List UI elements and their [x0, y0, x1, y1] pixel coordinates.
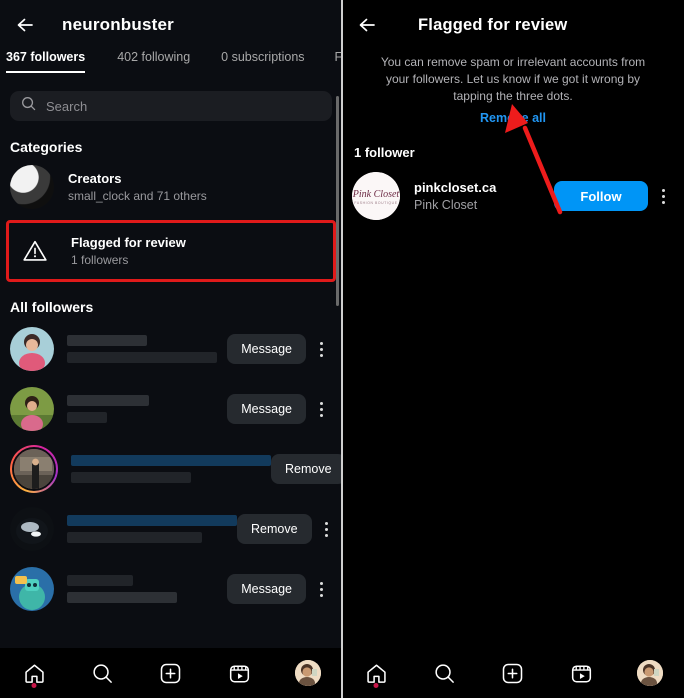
remove-button[interactable]: Remove [271, 454, 342, 484]
search-icon[interactable] [83, 656, 123, 690]
list-item[interactable]: Message [0, 379, 342, 439]
follower-count-label: 1 follower [354, 145, 415, 160]
home-icon[interactable] [356, 656, 396, 690]
redacted-name [67, 395, 227, 423]
flagged-text: Flagged for review 1 followers [71, 235, 186, 267]
category-subtitle: small_clock and 71 others [68, 189, 207, 203]
create-plus-icon[interactable] [493, 656, 533, 690]
page-title: Flagged for review [418, 15, 568, 34]
tab-following[interactable]: 402 following [117, 50, 190, 73]
avatar: Pink Closet FASHION BOUTIQUE [352, 172, 400, 220]
avatar [636, 660, 663, 686]
profile-avatar-icon[interactable] [630, 656, 670, 690]
create-plus-icon[interactable] [151, 656, 191, 690]
back-arrow-icon[interactable] [356, 12, 382, 38]
list-item[interactable]: Message [0, 559, 342, 619]
redact-bar [71, 455, 271, 466]
search-icon[interactable] [425, 656, 465, 690]
categories-heading: Categories [10, 139, 83, 155]
more-options-icon[interactable] [652, 188, 674, 204]
scrollbar-thumb[interactable] [336, 96, 339, 306]
redact-bar [67, 412, 107, 423]
follow-button[interactable]: Follow [554, 181, 648, 211]
home-badge-dot [31, 683, 37, 688]
description-text: You can remove spam or irrelevant accoun… [380, 55, 646, 103]
followers-list-panel: neuronbuster 367 followers 402 following… [0, 0, 342, 698]
profile-avatar-icon[interactable] [288, 656, 328, 690]
redacted-name [67, 335, 227, 363]
redact-bar [67, 335, 147, 346]
followers-tabs: 367 followers 402 following 0 subscripti… [0, 50, 342, 82]
avatar [10, 327, 54, 371]
svg-text:Pink Closet: Pink Closet [352, 189, 399, 200]
redact-bar [67, 515, 237, 526]
screenshot-root: neuronbuster 367 followers 402 following… [0, 0, 684, 698]
avatar [10, 567, 54, 611]
more-options-icon[interactable] [316, 521, 338, 537]
account-username: pinkcloset.ca [414, 180, 497, 195]
avatar [10, 387, 54, 431]
message-button[interactable]: Message [227, 394, 306, 424]
remove-all-link[interactable]: Remove all [342, 105, 684, 125]
more-options-icon[interactable] [310, 581, 332, 597]
redact-bar [67, 395, 149, 406]
reels-icon[interactable] [219, 656, 259, 690]
message-button[interactable]: Message [227, 334, 306, 364]
panel-divider [341, 0, 343, 698]
tab-followers-label: 367 followers [6, 50, 86, 64]
tab-subscriptions-label: 0 subscriptions [221, 50, 305, 64]
tab-subscriptions[interactable]: 0 subscriptions [221, 50, 304, 73]
tab-following-label: 402 following [117, 50, 191, 64]
redacted-name [67, 575, 227, 603]
redact-bar [67, 575, 133, 586]
search-input[interactable] [46, 98, 321, 114]
avatar [294, 660, 321, 686]
redact-bar [67, 352, 217, 363]
svg-text:FASHION BOUTIQUE: FASHION BOUTIQUE [354, 201, 397, 205]
flagged-name: Flagged for review [71, 235, 186, 250]
reels-icon[interactable] [561, 656, 601, 690]
home-badge-dot [373, 683, 379, 688]
avatar-with-story-ring[interactable] [10, 445, 58, 493]
category-text: Creators small_clock and 71 others [68, 171, 207, 203]
flagged-review-panel: Flagged for review You can remove spam o… [342, 0, 684, 698]
avatar [12, 447, 56, 491]
remove-button[interactable]: Remove [237, 514, 312, 544]
redacted-name [67, 515, 237, 543]
search-icon [21, 96, 36, 116]
creator-avatar [10, 165, 54, 209]
category-item-flagged-highlighted[interactable]: Flagged for review 1 followers [6, 220, 336, 282]
category-name: Creators [68, 171, 122, 186]
flagged-subtitle: 1 followers [71, 253, 129, 267]
right-header: Flagged for review [342, 0, 684, 50]
message-button[interactable]: Message [227, 574, 306, 604]
all-followers-heading: All followers [10, 299, 94, 315]
category-item-creators[interactable]: Creators small_clock and 71 others [0, 159, 342, 215]
flagged-account-row[interactable]: Pink Closet FASHION BOUTIQUE pinkcloset.… [342, 166, 684, 226]
avatar [10, 507, 54, 551]
redact-bar [71, 472, 191, 483]
page-title: neuronbuster [62, 15, 174, 34]
warning-triangle-icon [13, 229, 57, 273]
search-box[interactable] [10, 91, 332, 121]
more-options-icon[interactable] [310, 401, 332, 417]
more-options-icon[interactable] [310, 341, 332, 357]
list-item[interactable]: Message [0, 319, 342, 379]
redacted-name [71, 455, 271, 483]
home-icon[interactable] [14, 656, 54, 690]
bottom-navigation-bar [342, 648, 684, 698]
search-container [0, 82, 342, 121]
redact-bar [67, 592, 177, 603]
list-item[interactable]: Remove [0, 499, 342, 559]
tab-followers[interactable]: 367 followers [6, 50, 86, 73]
list-item[interactable]: Remove [0, 439, 342, 499]
account-text: pinkcloset.ca Pink Closet [414, 180, 554, 212]
back-arrow-icon[interactable] [14, 12, 40, 38]
account-display-name: Pink Closet [414, 198, 478, 212]
redact-bar [67, 532, 202, 543]
left-header: neuronbuster [0, 0, 342, 50]
bottom-navigation-bar [0, 648, 342, 698]
